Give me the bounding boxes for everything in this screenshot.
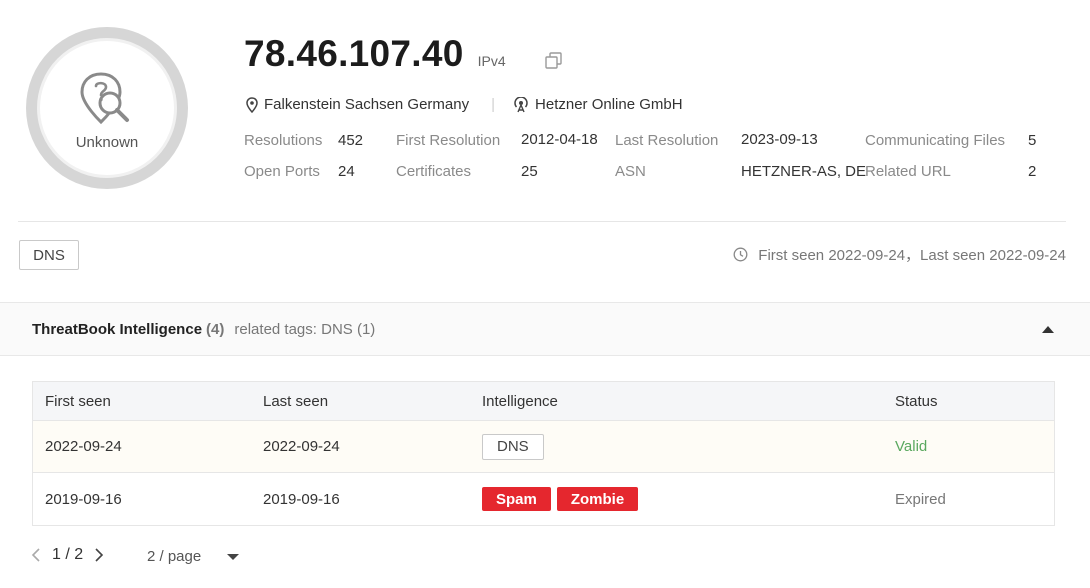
last-resolution-label: Last Resolution bbox=[615, 132, 719, 149]
page-size-value: 2 / page bbox=[147, 548, 202, 565]
related-url-value[interactable]: 2 bbox=[1028, 163, 1036, 180]
resolutions-value[interactable]: 452 bbox=[338, 132, 363, 149]
certificates-value[interactable]: 25 bbox=[521, 163, 538, 180]
intel-table: First seen Last seen Intelligence Status… bbox=[32, 381, 1055, 526]
asn-label: ASN bbox=[615, 163, 646, 180]
unknown-location-search-icon bbox=[80, 71, 129, 124]
next-page-icon[interactable] bbox=[93, 547, 105, 563]
page-indicator: 1 / 2 bbox=[52, 546, 84, 563]
table-row: 2022-09-24 2022-09-24 DNS Valid bbox=[33, 421, 1054, 473]
row-last-seen: 2019-09-16 bbox=[263, 490, 340, 508]
location-separator: | bbox=[491, 96, 496, 113]
row-first-seen: 2019-09-16 bbox=[45, 490, 122, 508]
intel-tag-spam[interactable]: Spam bbox=[482, 487, 551, 511]
col-first-seen: First seen bbox=[45, 392, 111, 410]
row-intel-tags: DNS bbox=[482, 421, 544, 472]
col-intelligence: Intelligence bbox=[482, 392, 558, 410]
location-text: Falkenstein Sachsen Germany bbox=[264, 96, 470, 113]
open-ports-value[interactable]: 24 bbox=[338, 163, 355, 180]
resolutions-label: Resolutions bbox=[244, 132, 323, 149]
isp-text: Hetzner Online GmbH bbox=[535, 96, 683, 113]
chevron-down-icon bbox=[227, 553, 240, 560]
row-last-seen: 2022-09-24 bbox=[263, 438, 340, 455]
table-row: 2019-09-16 2019-09-16 Spam Zombie Expire… bbox=[33, 473, 1054, 525]
first-resolution-value: 2012-04-18 bbox=[521, 131, 598, 148]
intel-tag-dns[interactable]: DNS bbox=[482, 433, 544, 460]
copy-icon[interactable] bbox=[544, 51, 564, 76]
page-size-select[interactable]: 2 / page bbox=[147, 548, 240, 565]
location-row: Falkenstein Sachsen Germany | Hetzner On… bbox=[246, 96, 683, 113]
open-ports-label: Open Ports bbox=[244, 163, 320, 180]
intel-related-tags: related tags: DNS (1) bbox=[234, 320, 376, 338]
row-first-seen: 2022-09-24 bbox=[45, 438, 122, 455]
reputation-avatar: Unknown bbox=[26, 27, 188, 189]
intel-title: ThreatBook Intelligence bbox=[32, 320, 203, 338]
pagination: 1 / 2 bbox=[30, 546, 105, 564]
clock-icon bbox=[733, 247, 748, 262]
avatar-inner: Unknown bbox=[37, 38, 177, 178]
row-intel-tags: Spam Zombie bbox=[482, 473, 644, 525]
intel-tag-zombie[interactable]: Zombie bbox=[556, 487, 639, 511]
ip-title-row: 78.46.107.40 IPv4 bbox=[244, 33, 506, 75]
ip-version: IPv4 bbox=[477, 53, 506, 69]
prev-page-icon[interactable] bbox=[30, 547, 42, 563]
intel-section-header[interactable]: ThreatBook Intelligence (4) related tags… bbox=[0, 302, 1090, 356]
location-pin-icon bbox=[246, 96, 258, 113]
last-resolution-value: 2023-09-13 bbox=[741, 131, 818, 148]
intel-count: (4) bbox=[206, 320, 225, 338]
asn-value: HETZNER-AS, DE bbox=[741, 163, 867, 180]
collapse-caret-icon[interactable] bbox=[1042, 326, 1054, 333]
ip-address: 78.46.107.40 bbox=[244, 33, 464, 74]
row-status: Valid bbox=[895, 438, 928, 455]
tag-dns[interactable]: DNS bbox=[19, 240, 79, 270]
communicating-files-value[interactable]: 5 bbox=[1028, 132, 1036, 149]
col-status: Status bbox=[895, 392, 938, 410]
seen-summary-text: First seen 2022-09-24，Last seen 2022-09-… bbox=[758, 247, 1066, 264]
seen-summary: First seen 2022-09-24，Last seen 2022-09-… bbox=[733, 244, 1066, 265]
isp-antenna-icon bbox=[514, 96, 528, 112]
col-last-seen: Last seen bbox=[263, 392, 329, 410]
related-url-label: Related URL bbox=[865, 163, 951, 180]
certificates-label: Certificates bbox=[396, 163, 472, 180]
communicating-files-label: Communicating Files bbox=[865, 132, 1006, 149]
header-divider bbox=[18, 221, 1066, 222]
first-resolution-label: First Resolution bbox=[396, 132, 501, 149]
avatar-label: Unknown bbox=[75, 133, 139, 151]
row-status: Expired bbox=[895, 490, 946, 508]
table-header: First seen Last seen Intelligence Status bbox=[33, 382, 1054, 421]
